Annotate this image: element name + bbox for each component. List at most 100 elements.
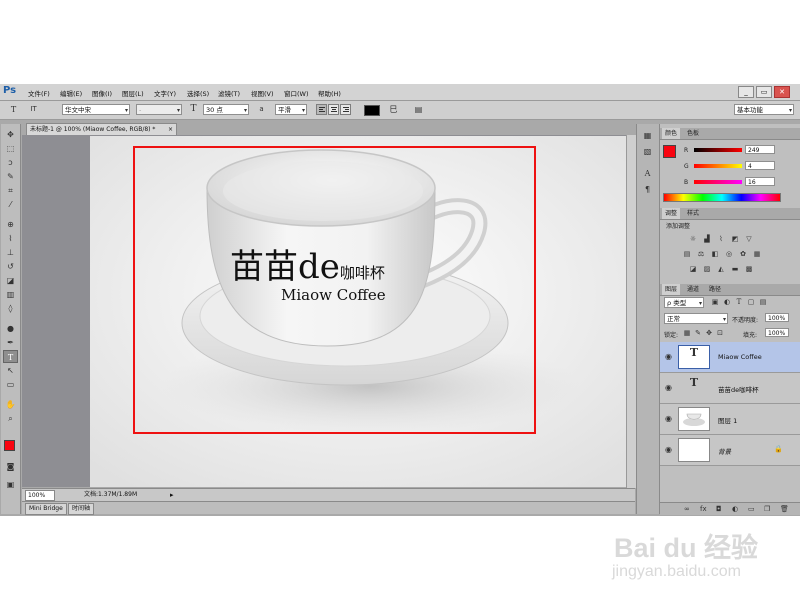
posterize-icon[interactable]: ▨ <box>702 264 712 274</box>
antialias-select[interactable]: 平滑 ▾ <box>275 104 307 115</box>
eye-icon[interactable]: ◉ <box>665 414 672 423</box>
photo-filter-icon[interactable]: ◎ <box>724 249 734 259</box>
gradient-tool-icon[interactable]: ▥ <box>3 288 18 301</box>
close-window-button[interactable]: ✕ <box>774 86 790 98</box>
lock-image-icon[interactable]: ✎ <box>693 328 703 338</box>
tab-layers[interactable]: 图层 <box>662 284 681 295</box>
fill-field[interactable]: 100% <box>765 328 789 337</box>
menu-type[interactable]: 文字(Y) <box>154 88 176 98</box>
new-layer-icon[interactable]: ❐ <box>764 505 770 513</box>
text-color-swatch[interactable] <box>364 105 380 116</box>
font-size-select[interactable]: 30 点 ▾ <box>203 104 249 115</box>
opacity-field[interactable]: 100% <box>765 313 789 322</box>
shape-tool-icon[interactable]: ▭ <box>3 378 18 391</box>
hand-tool-icon[interactable]: ✋ <box>3 398 18 411</box>
tab-swatches[interactable]: 色板 <box>684 128 702 139</box>
levels-adjust-icon[interactable]: ▟ <box>702 234 712 244</box>
clone-stamp-tool-icon[interactable]: ⊥ <box>3 246 18 259</box>
menu-window[interactable]: 窗口(W) <box>284 88 309 98</box>
character-panel-icon[interactable]: ▤ <box>413 104 424 115</box>
color-lookup-icon[interactable]: ▦ <box>752 249 762 259</box>
type-tool-preset-icon[interactable]: T <box>8 104 19 115</box>
path-select-tool-icon[interactable]: ↖ <box>3 364 18 377</box>
eye-icon[interactable]: ◉ <box>665 383 672 392</box>
eraser-tool-icon[interactable]: ◪ <box>3 274 18 287</box>
align-right-button[interactable] <box>340 104 351 115</box>
menu-help[interactable]: 帮助(H) <box>318 88 341 98</box>
color-balance-icon[interactable]: ⚖ <box>696 249 706 259</box>
blur-tool-icon[interactable]: ◊ <box>3 302 18 315</box>
layer-row-image[interactable]: ◉ 图层 1 <box>660 404 800 435</box>
filter-shape-icon[interactable]: ▢ <box>746 297 756 307</box>
eye-icon[interactable]: ◉ <box>665 445 672 454</box>
menu-layer[interactable]: 图层(L) <box>122 88 144 98</box>
menu-image[interactable]: 图像(I) <box>92 88 112 98</box>
menu-edit[interactable]: 编辑(E) <box>60 88 82 98</box>
blend-mode-select[interactable]: 正常 ▾ <box>664 313 728 324</box>
layer-row-title[interactable]: ◉ T 苗苗de咖啡杯 <box>660 373 800 404</box>
character-panel-strip-icon[interactable]: A <box>641 168 654 180</box>
vertical-scrollbar[interactable] <box>626 135 636 488</box>
canvas[interactable]: 苗苗de咖啡杯 Miaow Coffee <box>90 136 626 487</box>
tab-paths[interactable]: 路径 <box>706 284 724 295</box>
filter-smart-icon[interactable]: ▤ <box>758 297 768 307</box>
zoom-tool-icon[interactable]: ⌕ <box>3 412 18 425</box>
exposure-adjust-icon[interactable]: ◩ <box>730 234 740 244</box>
tab-mini-bridge[interactable]: Mini Bridge <box>25 503 67 515</box>
hue-saturation-icon[interactable]: ▤ <box>682 249 692 259</box>
add-mask-icon[interactable]: ◘ <box>716 505 722 513</box>
layer-row-miaow-coffee[interactable]: ◉ T Miaow Coffee <box>660 342 800 373</box>
filter-pixel-icon[interactable]: ▣ <box>710 297 720 307</box>
brush-tool-icon[interactable]: ⌇ <box>3 232 18 245</box>
channel-r-slider[interactable] <box>694 148 742 152</box>
menu-filter[interactable]: 滤镜(T) <box>218 88 240 98</box>
move-tool-icon[interactable]: ✥ <box>3 128 18 141</box>
lasso-tool-icon[interactable]: ↄ <box>3 156 18 169</box>
eyedropper-tool-icon[interactable]: ⁄ <box>3 198 18 211</box>
selective-color-icon[interactable]: ▩ <box>744 264 754 274</box>
pen-tool-icon[interactable]: ✒ <box>3 336 18 349</box>
history-brush-tool-icon[interactable]: ↺ <box>3 260 18 273</box>
align-center-button[interactable] <box>328 104 339 115</box>
eye-icon[interactable]: ◉ <box>665 352 672 361</box>
menu-view[interactable]: 视图(V) <box>251 88 274 98</box>
new-adjustment-icon[interactable]: ◐ <box>732 505 738 513</box>
new-group-icon[interactable]: ▭ <box>748 505 755 513</box>
tab-styles[interactable]: 样式 <box>684 208 702 219</box>
text-orientation-icon[interactable]: IT <box>28 104 39 115</box>
tab-channels[interactable]: 通道 <box>684 284 702 295</box>
foreground-color-swatch[interactable] <box>4 440 15 451</box>
tab-adjustments[interactable]: 调整 <box>662 208 681 219</box>
status-menu-arrow-icon[interactable]: ▸ <box>170 489 174 501</box>
filter-adjust-icon[interactable]: ◐ <box>722 297 732 307</box>
delete-layer-icon[interactable]: 🗑 <box>780 505 789 513</box>
marquee-tool-icon[interactable]: ⬚ <box>3 142 18 155</box>
warp-text-icon[interactable]: ⺒ <box>388 104 399 115</box>
workspace-select[interactable]: 基本功能 ▾ <box>734 104 794 115</box>
threshold-icon[interactable]: ◭ <box>716 264 726 274</box>
align-left-button[interactable] <box>316 104 327 115</box>
lock-all-icon[interactable]: ⊡ <box>715 328 725 338</box>
lock-position-icon[interactable]: ✥ <box>704 328 714 338</box>
link-layers-icon[interactable]: ∞ <box>684 505 690 513</box>
channel-b-slider[interactable] <box>694 180 742 184</box>
black-white-icon[interactable]: ◧ <box>710 249 720 259</box>
crop-tool-icon[interactable]: ⌗ <box>3 184 18 197</box>
channel-b-value[interactable]: 16 <box>745 177 775 186</box>
tab-color[interactable]: 颜色 <box>662 128 681 139</box>
healing-brush-tool-icon[interactable]: ⊕ <box>3 218 18 231</box>
restore-button[interactable]: ▭ <box>756 86 772 98</box>
properties-panel-icon[interactable]: ▧ <box>641 146 654 158</box>
zoom-level-field[interactable]: 100% <box>25 490 55 501</box>
invert-icon[interactable]: ◪ <box>688 264 698 274</box>
color-foreground-swatch[interactable] <box>663 145 676 158</box>
font-family-select[interactable]: 华文中宋 ▾ <box>62 104 130 115</box>
brightness-adjust-icon[interactable]: ☼ <box>688 234 698 244</box>
history-panel-icon[interactable]: ▦ <box>641 130 654 142</box>
curves-adjust-icon[interactable]: ⌇ <box>716 234 726 244</box>
gradient-map-icon[interactable]: ▬ <box>730 264 740 274</box>
screen-mode-icon[interactable]: ▣ <box>3 478 18 491</box>
channel-g-slider[interactable] <box>694 164 742 168</box>
menu-file[interactable]: 文件(F) <box>28 88 50 98</box>
menu-select[interactable]: 选择(S) <box>187 88 209 98</box>
